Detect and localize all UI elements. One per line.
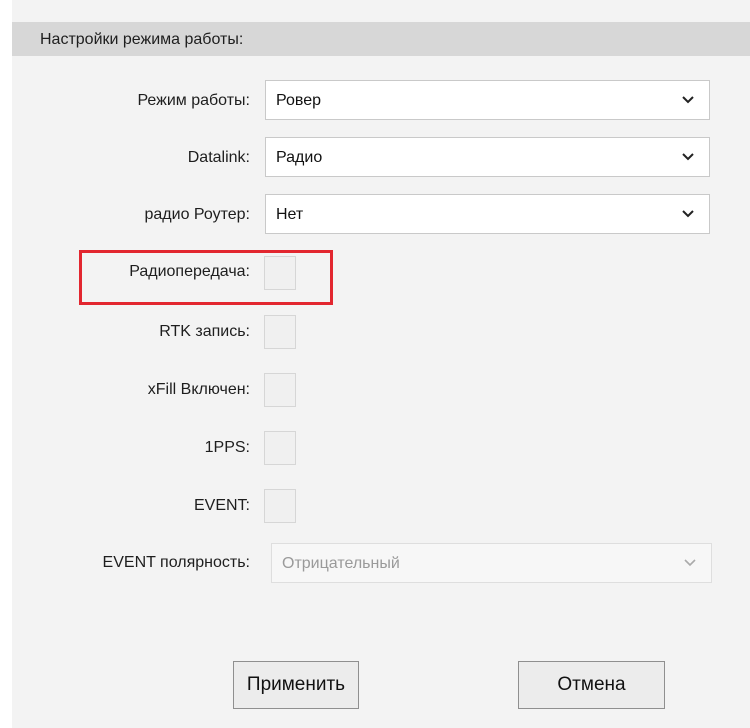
event-checkbox[interactable] bbox=[264, 489, 296, 523]
event-label: EVENT: bbox=[193, 497, 250, 514]
event-polarity-select[interactable]: Отрицательный bbox=[271, 543, 712, 583]
pps-checkbox[interactable] bbox=[264, 431, 296, 465]
datalink-select[interactable]: Радио bbox=[265, 137, 710, 177]
apply-button[interactable]: Применить bbox=[233, 661, 359, 709]
chevron-down-icon bbox=[684, 559, 696, 567]
chevron-down-icon bbox=[682, 96, 694, 104]
radio-router-value: Нет bbox=[276, 206, 304, 223]
work-mode-value: Ровер bbox=[276, 92, 321, 109]
radio-router-label: радио Роутер: bbox=[144, 206, 251, 223]
chevron-down-icon bbox=[682, 153, 694, 161]
xfill-label: xFill Включен: bbox=[147, 381, 250, 398]
event-polarity-value: Отрицательный bbox=[282, 555, 400, 572]
xfill-checkbox[interactable] bbox=[264, 373, 296, 407]
cancel-button[interactable]: Отмена bbox=[518, 661, 665, 709]
rtk-record-checkbox[interactable] bbox=[264, 315, 296, 349]
pps-label: 1PPS: bbox=[204, 439, 250, 456]
event-polarity-label: EVENT полярность: bbox=[102, 554, 250, 571]
chevron-down-icon bbox=[682, 210, 694, 218]
highlight-box bbox=[79, 250, 333, 305]
rtk-record-label: RTK запись: bbox=[159, 323, 250, 340]
section-header: Настройки режима работы: bbox=[12, 22, 750, 56]
radio-router-select[interactable]: Нет bbox=[265, 194, 710, 234]
datalink-label: Datalink: bbox=[187, 149, 250, 166]
section-title: Настройки режима работы: bbox=[40, 31, 244, 48]
datalink-value: Радио bbox=[276, 149, 323, 166]
work-mode-label: Режим работы: bbox=[137, 92, 250, 109]
work-mode-select[interactable]: Ровер bbox=[265, 80, 710, 120]
